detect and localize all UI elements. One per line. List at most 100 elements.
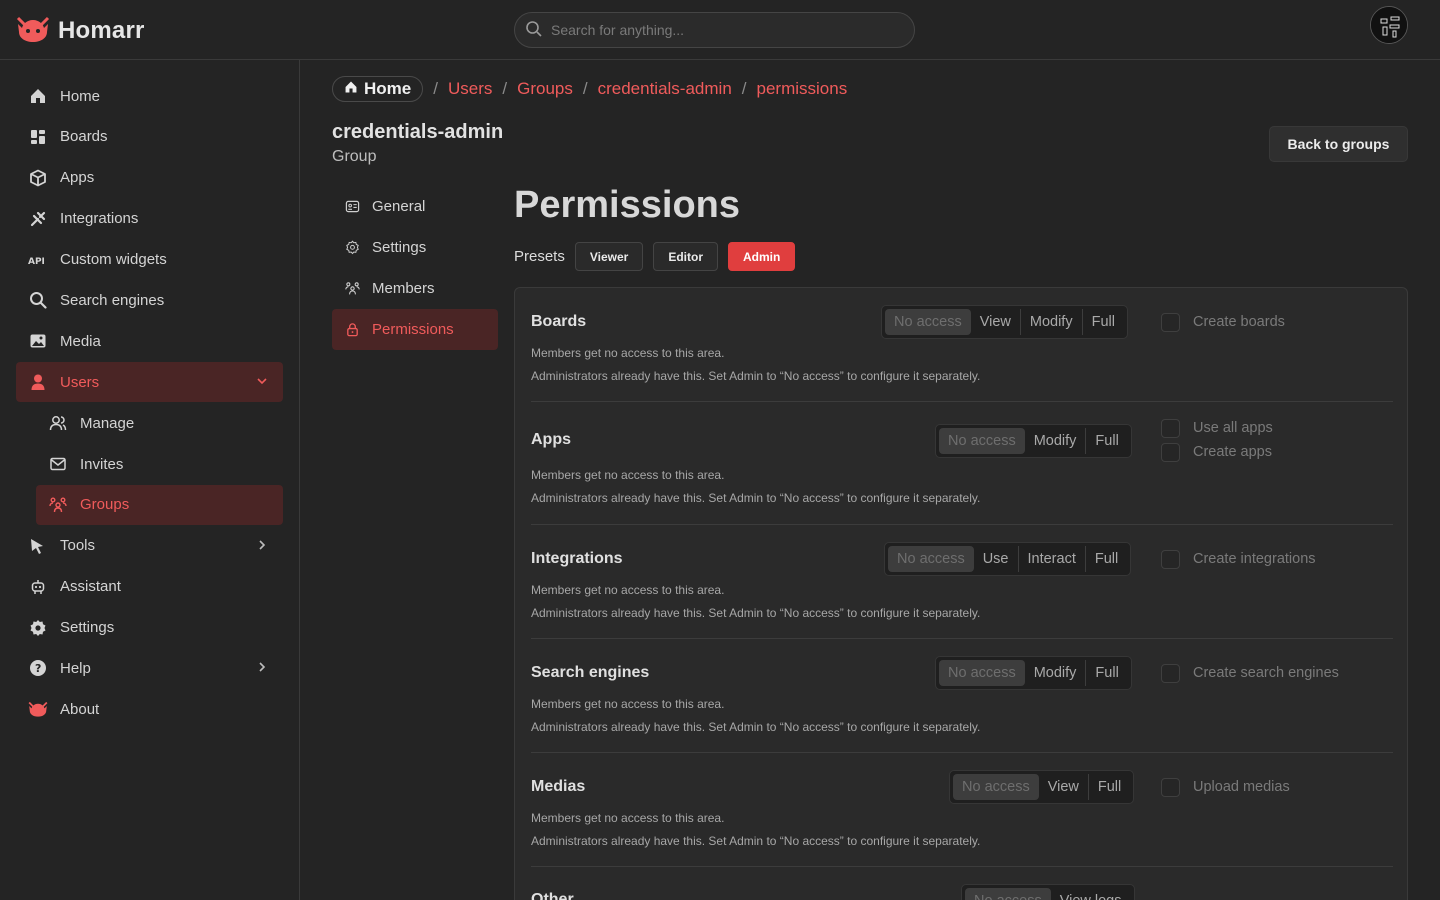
sidebar-item-custom-widgets[interactable]: API Custom widgets [16,240,283,280]
breadcrumb-permissions[interactable]: permissions [757,79,848,99]
sidebar-item-search-engines[interactable]: Search engines [16,280,283,320]
access-option-modify[interactable]: Modify [1021,309,1083,335]
access-option-modify[interactable]: Modify [1025,660,1087,686]
checkbox-box[interactable] [1161,312,1180,332]
sidebar-item-label: Users [60,373,100,391]
sidebar-item-label: Groups [80,496,130,514]
back-to-groups-button[interactable]: Back to groups [1269,126,1408,162]
breadcrumb: Home / Users / Groups / credentials-admi… [332,76,847,102]
mail-icon [48,454,68,474]
api-icon: API [28,250,48,270]
access-option-modify[interactable]: Modify [1025,428,1087,454]
access-option-full[interactable]: Full [1083,309,1124,335]
section-title: Boards [531,313,587,330]
access-segmented-control[interactable]: No access View Modify Full [881,305,1128,339]
preset-admin-button[interactable]: Admin [728,242,796,271]
access-option-full[interactable]: Full [1086,546,1127,572]
access-segmented-control[interactable]: No access Modify Full [935,424,1132,458]
checkbox-box[interactable] [1161,418,1180,438]
access-option-view[interactable]: View [971,309,1021,335]
gear-icon [344,240,360,256]
create-boards-checkbox[interactable]: Create boards [1161,310,1285,334]
checkbox-box[interactable] [1161,663,1180,683]
gear-icon [28,618,48,638]
sidebar-item-manage[interactable]: Manage [36,403,283,443]
preset-editor-button[interactable]: Editor [653,242,719,271]
section-description: Members get no access to this area. Admi… [531,693,980,739]
sidebar-item-invites[interactable]: Invites [36,444,283,484]
access-option-full[interactable]: Full [1086,660,1127,686]
sidebar-item-integrations[interactable]: Integrations [16,199,283,239]
permission-section-other: Other No access View logs [531,867,1393,900]
user-avatar[interactable] [1370,6,1408,44]
access-option-interact[interactable]: Interact [1019,546,1086,572]
access-option-full[interactable]: Full [1086,428,1127,454]
breadcrumb-home[interactable]: Home [332,76,424,102]
access-option-no-access[interactable]: No access [965,888,1051,900]
checkbox-label: Create integrations [1193,551,1316,567]
access-segmented-control[interactable]: No access Use Interact Full [884,542,1132,576]
description-line: Administrators already have this. Set Ad… [531,720,981,734]
breadcrumb-group[interactable]: credentials-admin [598,79,732,99]
sidebar-item-label: About [60,700,100,718]
access-option-no-access[interactable]: No access [885,309,971,335]
permission-section-boards: Boards No access View Modify Full Create… [531,288,1393,402]
subnav-settings[interactable]: Settings [332,227,498,268]
section-description: Members get no access to this area. Admi… [531,579,980,625]
access-option-no-access[interactable]: No access [888,546,974,572]
access-segmented-control[interactable]: No access Modify Full [935,656,1132,690]
search-input[interactable] [551,22,891,38]
sidebar-item-settings[interactable]: Settings [16,608,283,648]
help-icon: ? [28,658,48,678]
access-option-no-access[interactable]: No access [939,428,1025,454]
sidebar-item-media[interactable]: Media [16,321,283,361]
access-option-view[interactable]: View [1039,774,1089,800]
access-option-no-access[interactable]: No access [939,660,1025,686]
create-integrations-checkbox[interactable]: Create integrations [1161,547,1316,571]
access-option-no-access[interactable]: No access [953,774,1039,800]
access-option-view-logs[interactable]: View logs [1051,888,1131,900]
breadcrumb-users[interactable]: Users [448,79,492,99]
sidebar-item-tools[interactable]: Tools [16,526,283,566]
preset-viewer-button[interactable]: Viewer [574,242,644,271]
sidebar-item-about[interactable]: About [16,689,283,729]
section-title: Integrations [531,550,623,567]
sidebar-item-label: Invites [80,455,124,473]
sidebar-item-users[interactable]: Users [16,362,283,403]
create-search-engines-checkbox[interactable]: Create search engines [1161,661,1339,685]
sidebar-item-label: Manage [80,414,135,432]
breadcrumb-groups[interactable]: Groups [517,79,573,99]
sidebar-item-help[interactable]: ? Help [16,648,283,688]
checkbox-box[interactable] [1161,442,1180,462]
access-segmented-control[interactable]: No access View logs [961,884,1135,900]
create-apps-checkbox[interactable]: Create apps [1161,440,1273,464]
sidebar-item-boards[interactable]: Boards [16,117,283,157]
use-all-apps-checkbox[interactable]: Use all apps [1161,416,1273,440]
sidebar-item-assistant[interactable]: Assistant [16,567,283,607]
subnav-label: Permissions [372,321,454,338]
subnav-members[interactable]: Members [332,268,498,309]
sidebar-item-groups[interactable]: Groups [36,484,283,525]
subnav-label: Members [372,280,435,297]
main-content: Home / Users / Groups / credentials-admi… [300,60,1440,900]
upload-medias-checkbox[interactable]: Upload medias [1161,775,1290,799]
checkbox-label: Use all apps [1193,420,1273,436]
sidebar-item-home[interactable]: Home [16,76,283,116]
svg-text:API: API [28,257,45,266]
subnav-general[interactable]: General [332,186,498,227]
app-logo[interactable]: Homarr [16,14,145,47]
section-title: Medias [531,778,586,795]
subnav-permissions[interactable]: Permissions [332,309,498,350]
group-subtitle: Group [332,148,377,165]
sidebar-item-label: Media [60,332,101,350]
home-icon [28,86,48,106]
description-line: Members get no access to this area. [531,697,725,711]
access-option-full[interactable]: Full [1089,774,1130,800]
checkbox-box[interactable] [1161,777,1180,797]
sidebar-item-apps[interactable]: Apps [16,158,283,198]
access-option-use[interactable]: Use [974,546,1019,572]
home-icon [344,79,358,99]
access-segmented-control[interactable]: No access View Full [949,770,1135,804]
global-search[interactable] [514,12,915,48]
checkbox-box[interactable] [1161,549,1180,569]
